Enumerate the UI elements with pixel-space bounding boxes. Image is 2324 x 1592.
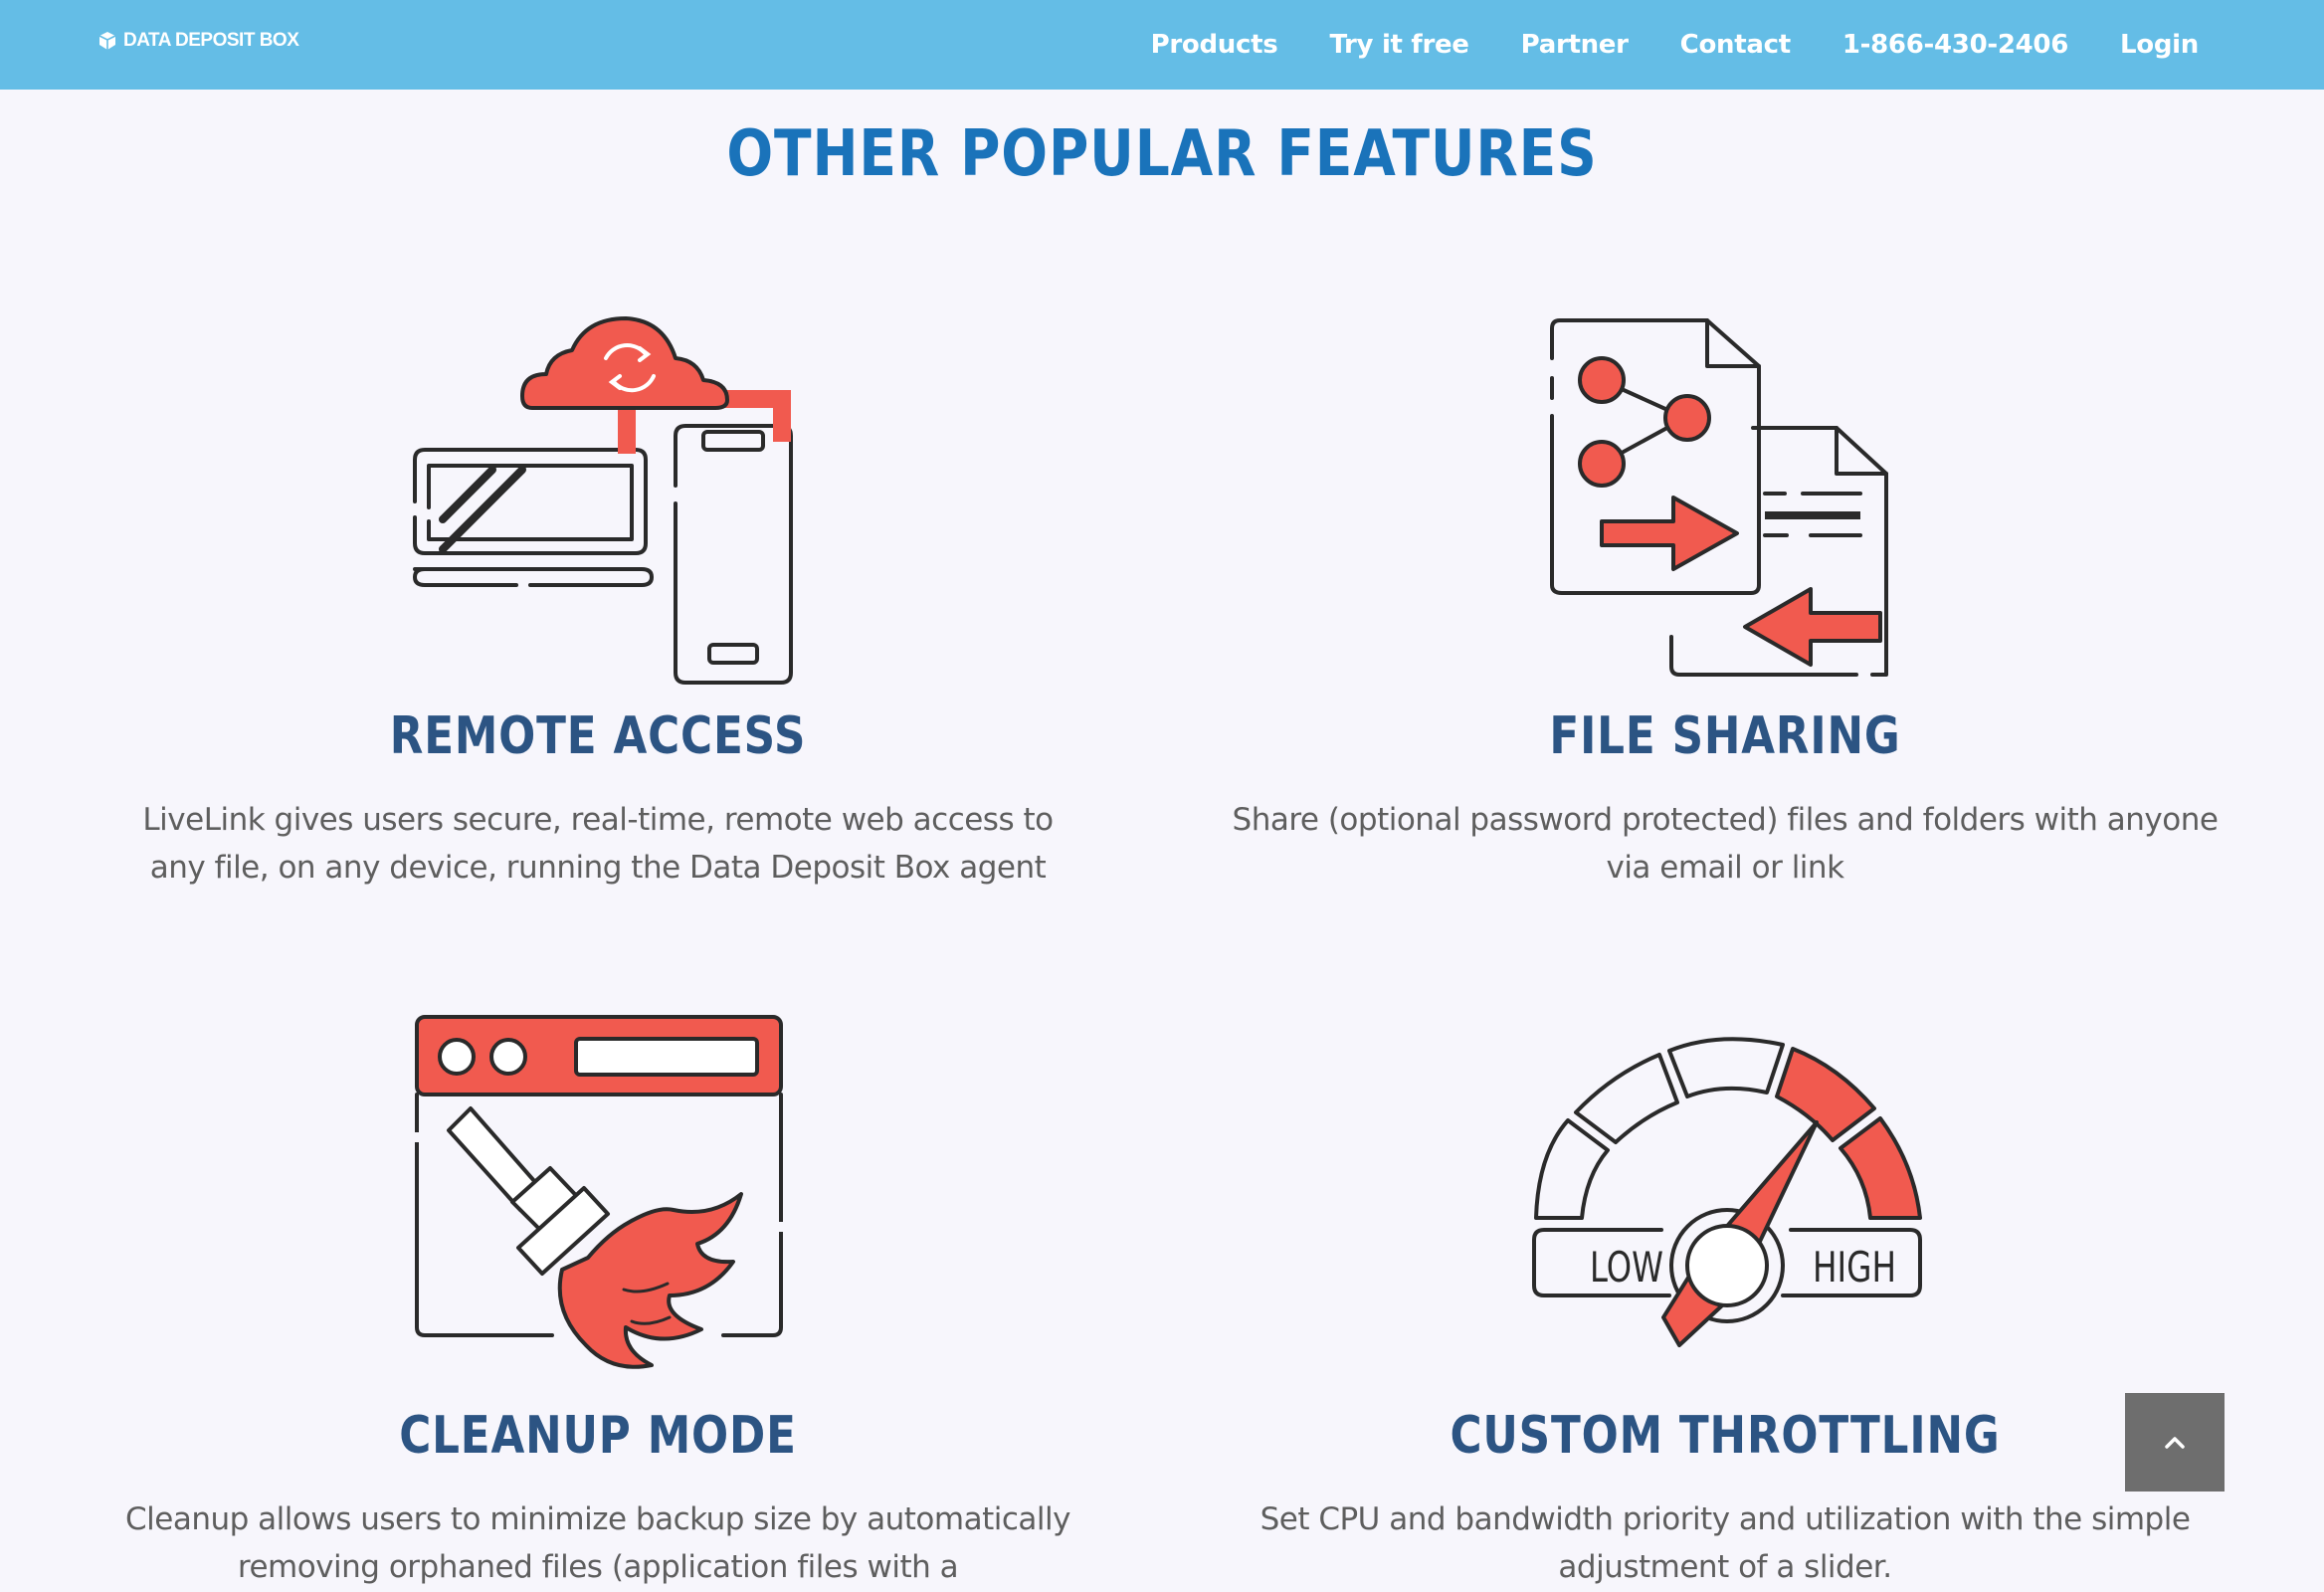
feature-description: Set CPU and bandwidth priority and utili… [1259,1501,2191,1585]
remote-access-icon [413,316,793,685]
top-navbar: DATA DEPOSIT BOX Products Try it free Pa… [0,0,2324,90]
feature-description: LiveLink gives users secure, real-time, … [142,802,1054,886]
section-title: OTHER POPULAR FEATURES [726,117,1598,191]
feature-title: FILE SHARING [1549,706,1901,766]
nav-try-it-free[interactable]: Try it free [1329,30,1469,60]
nav-partner[interactable]: Partner [1521,30,1629,60]
file-sharing-icon [1550,318,1888,677]
throttle-gauge-icon: LOW HIGH [1532,1037,1922,1347]
nav-phone[interactable]: 1-866-430-2406 [1842,30,2068,60]
nav-products[interactable]: Products [1151,30,1278,60]
feature-description: Share (optional password protected) file… [1232,802,2219,886]
nav-contact[interactable]: Contact [1680,30,1791,60]
feature-description: Cleanup allows users to minimize backup … [125,1501,1070,1585]
gauge-low-label: LOW [1590,1243,1663,1292]
nav-login[interactable]: Login [2120,30,2199,60]
box-logo-icon [98,32,116,50]
scroll-to-top-button[interactable] [2125,1393,2225,1492]
brand-logo[interactable]: DATA DEPOSIT BOX [97,30,299,52]
chevron-up-icon [2165,1436,2185,1449]
feature-title: CUSTOM THROTTLING [1450,1406,2001,1466]
feature-title: CLEANUP MODE [399,1406,797,1466]
brand-name: DATA DEPOSIT BOX [123,30,299,51]
main-nav: Products Try it free Partner Contact 1-8… [1099,0,2200,90]
cleanup-brush-icon [414,1015,784,1369]
gauge-high-label: HIGH [1813,1243,1896,1292]
feature-title: REMOTE ACCESS [389,706,807,766]
